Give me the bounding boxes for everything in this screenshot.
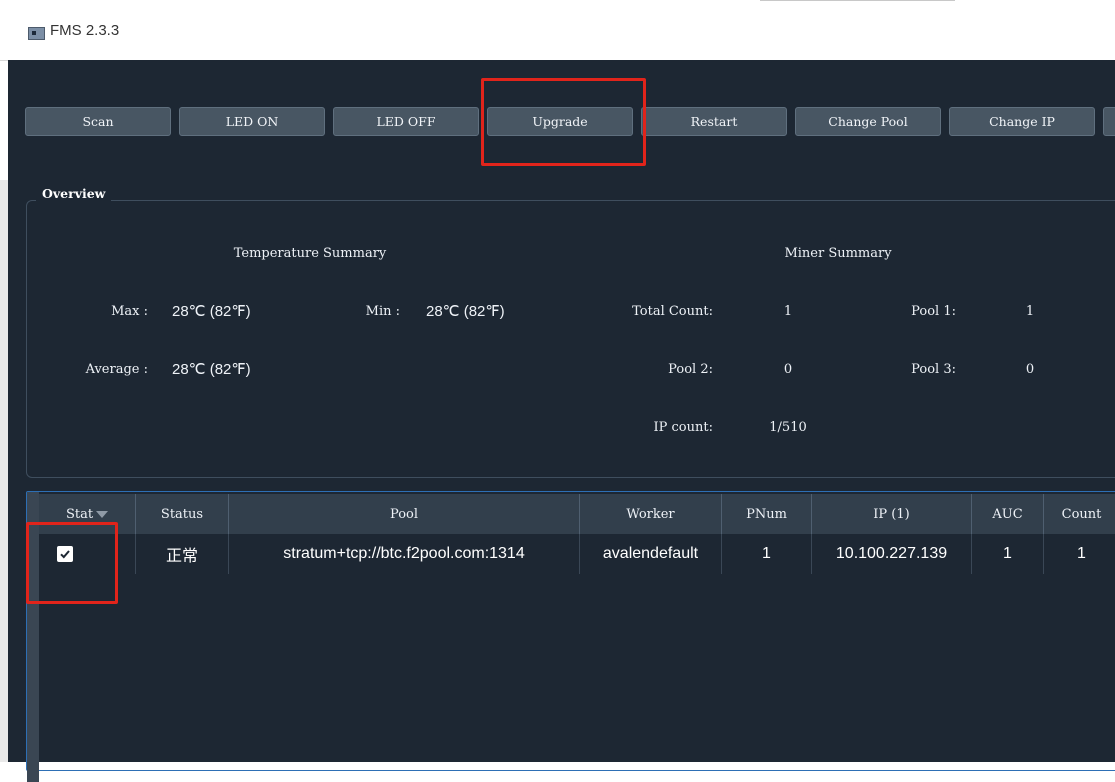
column-header-stat[interactable]: Stat [39, 494, 136, 534]
upgrade-button[interactable]: Upgrade [487, 107, 633, 136]
miner-summary-title: Miner Summary [784, 246, 892, 261]
sort-down-icon [96, 510, 109, 518]
scan-button[interactable]: Scan [25, 107, 171, 136]
left-border [0, 180, 8, 762]
avg-temp-label: Average : [85, 362, 148, 377]
row-select-cell[interactable] [39, 534, 136, 574]
min-temp-label: Min : [365, 304, 400, 319]
cell-ip: 10.100.227.139 [812, 534, 972, 574]
column-header-stat-label: Stat [65, 506, 94, 522]
column-header-count[interactable]: Count [1044, 494, 1115, 534]
more-button[interactable] [1103, 107, 1115, 136]
max-temp-value: 28℃ (82℉) [172, 303, 251, 320]
cell-auc: 1 [972, 534, 1044, 574]
window-title: FMS 2.3.3 [50, 22, 120, 39]
total-count-value: 1 [783, 304, 793, 319]
max-temp-label: Max : [111, 304, 148, 319]
led-off-button[interactable]: LED OFF [333, 107, 479, 136]
app-body: Scan LED ON LED OFF Upgrade Restart Chan… [8, 60, 1115, 782]
row-header-column [27, 492, 39, 782]
column-header-status[interactable]: Status [136, 494, 229, 534]
temperature-summary-title: Temperature Summary [233, 246, 387, 261]
cell-count: 1 [1077, 545, 1086, 562]
pool3-label: Pool 3: [911, 362, 956, 377]
restart-button[interactable]: Restart [641, 107, 787, 136]
cell-pool: stratum+tcp://btc.f2pool.com:1314 [229, 534, 580, 574]
table-header: Stat Status Pool Worker PNum IP (1) AUC … [39, 494, 1115, 534]
pool1-value: 1 [1025, 304, 1035, 319]
title-bar: FMS 2.3.3 [0, 0, 1115, 61]
led-on-button[interactable]: LED ON [179, 107, 325, 136]
pool2-value: 0 [783, 362, 793, 377]
overview-label: Overview [36, 186, 112, 201]
column-header-worker[interactable]: Worker [580, 494, 722, 534]
change-pool-button[interactable]: Change Pool [795, 107, 941, 136]
column-header-pool[interactable]: Pool [229, 494, 580, 534]
change-ip-button[interactable]: Change IP [949, 107, 1095, 136]
cell-pnum: 1 [722, 534, 812, 574]
overview-group [26, 200, 1115, 478]
cell-worker: avalendefault [580, 534, 722, 574]
column-header-ip[interactable]: IP (1) [812, 494, 972, 534]
pool1-label: Pool 1: [911, 304, 956, 319]
ip-count-label: IP count: [653, 420, 713, 435]
background-window-edge [760, 0, 955, 1]
total-count-label: Total Count: [632, 304, 713, 319]
checkmark-icon [60, 550, 70, 559]
pool2-label: Pool 2: [668, 362, 713, 377]
row-checkbox[interactable] [57, 546, 73, 562]
column-header-auc[interactable]: AUC [972, 494, 1044, 534]
column-header-pnum[interactable]: PNum [722, 494, 812, 534]
table-row[interactable]: 正常 stratum+tcp://btc.f2pool.com:1314 ava… [39, 534, 1115, 574]
min-temp-value: 28℃ (82℉) [426, 303, 505, 320]
app-icon [28, 27, 45, 40]
cell-status: 正常 [136, 534, 229, 574]
ip-count-value: 1/510 [769, 420, 807, 435]
pool3-value: 0 [1025, 362, 1035, 377]
avg-temp-value: 28℃ (82℉) [172, 361, 251, 378]
